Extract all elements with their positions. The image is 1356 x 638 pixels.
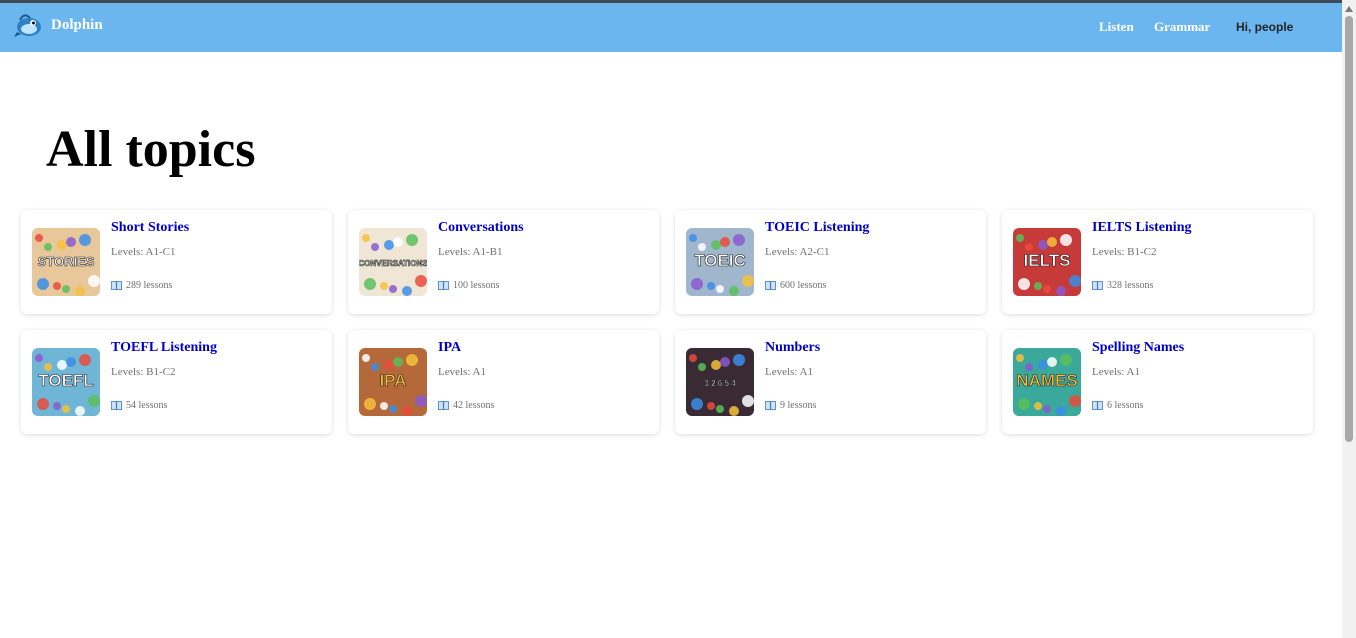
topic-card[interactable]: TOEIC TOEIC Listening Levels: A2-C1 600 les… [675,210,986,314]
topic-levels: Levels: B1-C2 [111,366,176,378]
topics-grid: STORIES Short Stories Levels: A1-C1 289 les… [21,210,1313,434]
page-title: All topics [46,121,256,178]
brand-name: Dolphin [51,16,103,33]
thumbnail-caption: CONVERSATIONS [359,259,427,268]
topic-thumbnail[interactable]: 3 2 6 5 4 [686,348,754,416]
topic-levels: Levels: A1 [765,366,813,378]
topic-thumbnail[interactable]: NAMES [1013,348,1081,416]
book-icon [1092,281,1103,290]
nav-grammar-link[interactable]: Grammar [1154,19,1210,35]
topic-title-link[interactable]: TOEFL Listening [111,340,217,356]
topic-thumbnail[interactable]: STORIES [32,228,100,296]
topic-lessons: 289 lessons [111,280,172,291]
scroll-up-arrow-icon[interactable] [1345,6,1353,12]
topic-card[interactable]: CONVERSATIONS Conversations Levels: A1-B1 1… [348,210,659,314]
thumbnail-caption: STORIES [38,254,95,269]
topic-lessons: 42 lessons [438,400,494,411]
thumbnail-caption: IPA [379,371,406,390]
thumbnail-caption: TOEIC [694,251,746,270]
topic-thumbnail[interactable]: TOEIC [686,228,754,296]
nav-listen-link[interactable]: Listen [1099,19,1134,35]
lessons-count: 9 lessons [780,400,817,411]
topic-card[interactable]: TOEFL TOEFL Listening Levels: B1-C2 54 less… [21,330,332,434]
brand[interactable]: Dolphin [14,10,103,40]
topic-thumbnail[interactable]: CONVERSATIONS [359,228,427,296]
thumbnail-caption: 3 2 6 5 4 [704,379,736,388]
topic-title-link[interactable]: TOEIC Listening [765,220,869,236]
book-icon [765,281,776,290]
topic-title-link[interactable]: IPA [438,340,461,356]
topic-lessons: 600 lessons [765,280,826,291]
vertical-scrollbar[interactable] [1342,0,1356,638]
book-icon [438,401,449,410]
topic-title-link[interactable]: IELTS Listening [1092,220,1191,236]
scroll-thumb[interactable] [1345,16,1353,442]
lessons-count: 289 lessons [126,280,173,291]
book-icon [111,281,122,290]
topic-levels: Levels: B1-C2 [1092,246,1157,258]
topic-lessons: 100 lessons [438,280,499,291]
topic-levels: Levels: A1 [438,366,486,378]
topic-title-link[interactable]: Short Stories [111,220,189,236]
thumbnail-caption: IELTS [1024,251,1071,270]
book-icon [111,401,122,410]
topic-lessons: 9 lessons [765,400,816,411]
topic-title-link[interactable]: Spelling Names [1092,340,1184,356]
topic-levels: Levels: A1 [1092,366,1140,378]
topic-thumbnail[interactable]: IPA [359,348,427,416]
topic-lessons: 54 lessons [111,400,167,411]
topic-card[interactable]: STORIES Short Stories Levels: A1-C1 289 les… [21,210,332,314]
book-icon [765,401,776,410]
lessons-count: 328 lessons [1107,280,1154,291]
topic-title-link[interactable]: Numbers [765,340,820,356]
topic-levels: Levels: A2-C1 [765,246,830,258]
topic-card[interactable]: 3 2 6 5 4 Numbers Levels: A1 9 lessons [675,330,986,434]
user-greeting[interactable]: Hi, people [1236,20,1293,34]
lessons-count: 6 lessons [1107,400,1144,411]
navbar: Dolphin Listen Grammar Hi, people [0,3,1342,52]
topic-lessons: 6 lessons [1092,400,1143,411]
topic-card[interactable]: IPA IPA Levels: A1 42 lessons [348,330,659,434]
lessons-count: 42 lessons [453,400,495,411]
topic-levels: Levels: A1-C1 [111,246,176,258]
topic-card[interactable]: IELTS IELTS Listening Levels: B1-C2 328 les… [1002,210,1313,314]
lessons-count: 600 lessons [780,280,827,291]
dolphin-logo-icon [14,14,41,37]
topic-lessons: 328 lessons [1092,280,1153,291]
thumbnail-caption: NAMES [1016,371,1077,390]
lessons-count: 54 lessons [126,400,168,411]
topic-levels: Levels: A1-B1 [438,246,503,258]
book-icon [1092,401,1103,410]
topic-thumbnail[interactable]: IELTS [1013,228,1081,296]
thumbnail-caption: TOEFL [38,371,93,390]
topic-card[interactable]: NAMES Spelling Names Levels: A1 6 lessons [1002,330,1313,434]
book-icon [438,281,449,290]
lessons-count: 100 lessons [453,280,500,291]
topic-thumbnail[interactable]: TOEFL [32,348,100,416]
topic-title-link[interactable]: Conversations [438,220,524,236]
